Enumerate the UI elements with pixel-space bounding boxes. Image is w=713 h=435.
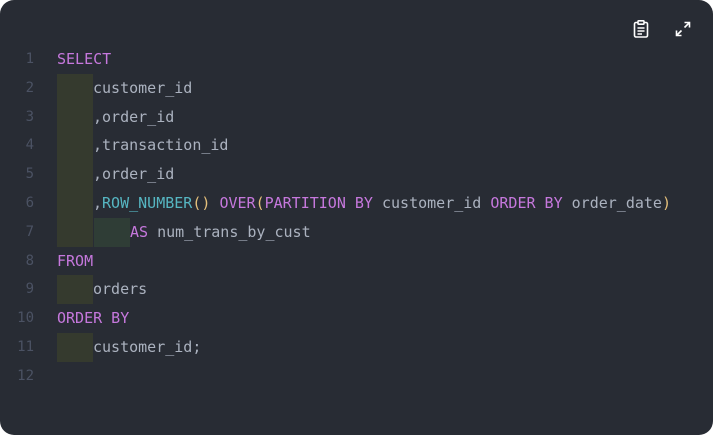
line-number: 8 <box>25 252 34 269</box>
code-line: 6, ROW_NUMBER() OVER(PARTITION BY custome… <box>0 188 713 218</box>
expand-icon <box>675 21 691 37</box>
line-number: 2 <box>25 79 34 96</box>
copy-button[interactable] <box>631 19 651 39</box>
line-content: ,order_id <box>57 160 174 189</box>
code-token: order_date <box>562 193 662 212</box>
code-line: 7 AS num_trans_by_cust <box>0 217 713 247</box>
indent-guide <box>57 217 93 247</box>
line-number: 5 <box>25 166 34 183</box>
code-token: ORDER BY <box>490 193 563 212</box>
line-content: orders <box>57 275 148 305</box>
line-number: 9 <box>25 281 34 298</box>
code-token: ,order_id <box>93 165 175 184</box>
line-number: 10 <box>17 310 34 327</box>
clipboard-icon <box>633 20 649 38</box>
line-content: , ROW_NUMBER() OVER(PARTITION BY customer… <box>57 188 671 218</box>
code-token: ,transaction_id <box>93 136 229 155</box>
code-token: PARTITION BY <box>264 193 373 212</box>
code-token: ORDER BY <box>57 309 130 328</box>
code-token: () <box>192 193 211 212</box>
code-line: 1 SELECT <box>0 45 713 74</box>
indent-guide <box>94 217 130 247</box>
code-token: FROM <box>57 251 94 270</box>
code-line: 4 ,transaction_id <box>0 131 713 161</box>
indent-guide <box>57 332 93 362</box>
code-token: SELECT <box>57 50 112 68</box>
line-number: 11 <box>17 338 34 355</box>
code-line: 9 orders <box>0 275 713 305</box>
line-content: FROM <box>57 247 93 276</box>
line-number: 12 <box>17 367 34 384</box>
code-token: orders <box>93 280 148 299</box>
line-number: 4 <box>25 137 34 154</box>
code-line: 10 ORDER BY <box>0 304 713 333</box>
code-token: customer_id; <box>93 337 202 356</box>
code-token: ROW_NUMBER <box>102 193 193 212</box>
code-token: ,order_id <box>93 107 175 126</box>
indent-guide <box>57 73 93 103</box>
code-line: 2 customer_id <box>0 73 713 103</box>
line-content: customer_id <box>57 73 193 103</box>
line-number: 7 <box>25 223 34 240</box>
code-token: , <box>93 193 103 212</box>
expand-button[interactable] <box>673 19 693 39</box>
code-token: ( <box>255 193 265 212</box>
code-line: 11 customer_id; <box>0 332 713 362</box>
line-number: 3 <box>25 108 34 125</box>
code-token: customer_id <box>93 78 193 97</box>
line-content: AS num_trans_by_cust <box>57 217 311 247</box>
indent-guide <box>57 131 93 161</box>
code-line: 8 FROM <box>0 247 713 276</box>
code-toolbar <box>631 19 693 39</box>
code-token: OVER <box>219 193 256 212</box>
code-token: customer_id <box>372 193 491 212</box>
code-line: 12 <box>0 362 713 391</box>
line-number: 6 <box>25 194 34 211</box>
line-content: SELECT <box>57 45 111 74</box>
line-content: ORDER BY <box>57 304 129 333</box>
code-token: AS <box>130 222 149 241</box>
indent-guide <box>57 160 93 189</box>
line-content: ,transaction_id <box>57 131 229 161</box>
code-lines: 1 SELECT 2 customer_id 3 ,order_id 4 ,transacti… <box>0 45 713 391</box>
code-block: 1 SELECT 2 customer_id 3 ,order_id 4 ,transacti… <box>0 0 713 435</box>
line-content: customer_id; <box>57 332 202 362</box>
line-content: ,order_id <box>57 102 175 132</box>
line-number: 1 <box>25 51 34 67</box>
code-line: 3 ,order_id <box>0 102 713 132</box>
indent-guide <box>57 188 93 218</box>
indent-guide <box>57 102 93 132</box>
code-token: ) <box>661 193 671 212</box>
code-token: num_trans_by_cust <box>148 222 311 241</box>
code-line: 5 ,order_id <box>0 160 713 189</box>
indent-guide <box>57 275 93 305</box>
